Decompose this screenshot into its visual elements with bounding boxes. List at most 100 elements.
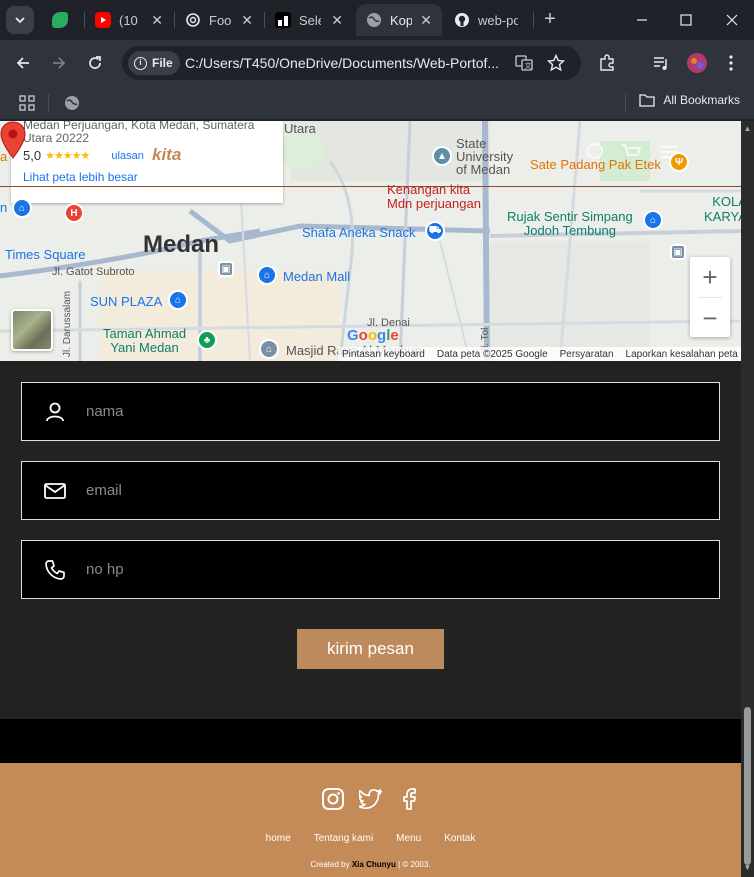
zoom-in-button[interactable]: +: [690, 257, 730, 297]
report-error-link[interactable]: Laporkan kesalahan peta: [626, 349, 738, 360]
map-label-gatot-subroto: Jl. Gatot Subroto: [52, 266, 135, 278]
footer-link-home[interactable]: home: [266, 833, 291, 844]
page-scrollbar[interactable]: ▲ ▼: [741, 121, 754, 877]
cart-icon[interactable]: ⛟: [425, 221, 445, 241]
map-label-shafa[interactable]: Shafa Aneka Snack: [302, 225, 415, 240]
site-logo[interactable]: kita: [152, 145, 181, 165]
tab-github[interactable]: web-po: [444, 4, 534, 36]
map-label-partial: a: [0, 149, 8, 164]
map-attribution: Pintasan keyboard Data peta ©2025 Google…: [338, 347, 741, 361]
close-tab-icon[interactable]: ✕: [241, 12, 253, 29]
view-larger-map-link[interactable]: Lihat peta lebih besar: [23, 170, 271, 184]
tab-openai[interactable]: Foo ✕: [175, 4, 263, 36]
park-icon[interactable]: ♣: [197, 330, 217, 350]
globe-bookmark-icon[interactable]: [64, 95, 80, 116]
email-input[interactable]: [86, 482, 646, 499]
profile-avatar[interactable]: [686, 52, 708, 74]
shopping-icon[interactable]: ⌂: [168, 290, 188, 310]
close-window-button[interactable]: [717, 8, 747, 32]
menu-kebab-icon[interactable]: [720, 52, 742, 74]
maximize-button[interactable]: [671, 8, 701, 32]
university-icon[interactable]: ▲: [432, 146, 452, 166]
close-tab-icon[interactable]: ✕: [331, 12, 343, 29]
tab-youtube[interactable]: (10 ✕: [85, 4, 173, 36]
phone-field[interactable]: [21, 540, 720, 599]
transit-icon[interactable]: ▣: [670, 244, 686, 260]
social-links: [0, 787, 741, 811]
shopping-icon[interactable]: ⌂: [257, 265, 277, 285]
reload-button[interactable]: [83, 51, 107, 75]
tab-extension[interactable]: [42, 4, 82, 36]
apps-grid-icon[interactable]: [19, 95, 35, 116]
keyboard-shortcuts-link[interactable]: Pintasan keyboard: [342, 349, 425, 360]
hospital-icon[interactable]: H: [64, 203, 84, 223]
google-map-embed[interactable]: Medan Perjuangan, Kota Medan, Sumatera U…: [0, 121, 741, 361]
instagram-icon[interactable]: [321, 787, 345, 811]
forward-button[interactable]: [47, 51, 71, 75]
globe-icon: [366, 12, 382, 28]
author-link[interactable]: Xia Chunyu: [352, 860, 396, 869]
svg-text:文: 文: [525, 61, 532, 70]
phone-input[interactable]: [86, 561, 646, 578]
satellite-toggle[interactable]: [11, 309, 53, 351]
restaurant-icon[interactable]: Ψ: [669, 152, 689, 172]
zoom-out-button[interactable]: −: [690, 298, 730, 338]
footer-link-menu[interactable]: Menu: [396, 833, 421, 844]
map-label-pin[interactable]: Kenangan kita Mdn perjuangan: [387, 183, 481, 211]
footer-link-about[interactable]: Tentang kami: [314, 833, 373, 844]
email-field[interactable]: [21, 461, 720, 520]
close-tab-icon[interactable]: ✕: [151, 12, 163, 29]
scroll-up-arrow-icon[interactable]: ▲: [743, 124, 752, 133]
tab-title: web-po: [478, 12, 518, 28]
tab-search-button[interactable]: [6, 6, 34, 34]
scroll-down-arrow-icon[interactable]: ▼: [743, 863, 752, 872]
close-tab-icon[interactable]: ✕: [420, 12, 432, 29]
place-rating: 5,0 ★★★★★ ulasan: [23, 148, 144, 163]
transit-icon[interactable]: ▣: [218, 261, 234, 277]
all-bookmarks-button[interactable]: All Bookmarks: [639, 93, 740, 107]
contact-form: kirim pesan: [0, 361, 741, 719]
extensions-icon[interactable]: [596, 52, 618, 74]
user-icon: [42, 399, 68, 425]
translate-icon[interactable]: 文: [514, 53, 534, 73]
bookmark-star-icon[interactable]: [546, 53, 566, 73]
map-label-medan-mall[interactable]: Medan Mall: [283, 269, 350, 284]
phone-icon: [42, 557, 68, 583]
bookmarks-bar: All Bookmarks: [0, 86, 754, 120]
reviews-link[interactable]: ulasan: [111, 150, 143, 162]
url-text[interactable]: C:/Users/T450/OneDrive/Documents/Web-Por…: [185, 55, 510, 71]
name-field[interactable]: [21, 382, 720, 441]
site-info-chip[interactable]: i File: [128, 51, 180, 75]
tab-title: Foo: [209, 12, 231, 28]
map-label-rujak[interactable]: Rujak Sentir Simpang Jodoh Tembung: [507, 210, 633, 238]
youtube-icon: [95, 12, 111, 28]
scrollbar-thumb[interactable]: [744, 707, 751, 865]
facebook-icon[interactable]: [397, 787, 421, 811]
chevron-down-icon: [15, 17, 25, 24]
name-input[interactable]: [86, 403, 646, 420]
shopping-icon[interactable]: ⌂: [12, 198, 32, 218]
media-control-icon[interactable]: [650, 52, 672, 74]
shopping-icon[interactable]: ⌂: [643, 210, 663, 230]
minimize-icon: [637, 19, 647, 21]
new-tab-button[interactable]: +: [538, 8, 562, 32]
rating-stars: ★★★★★: [45, 150, 90, 162]
google-logo: Google: [347, 327, 399, 344]
footer-nav: home Tentang kami Menu Kontak: [0, 833, 741, 844]
map-label-times-square[interactable]: Times Square: [5, 247, 85, 262]
mosque-icon[interactable]: ⌂: [259, 339, 279, 359]
tab-active-kopi[interactable]: Kop ✕: [356, 4, 442, 36]
twitter-icon[interactable]: [358, 787, 383, 811]
footer-link-contact[interactable]: Kontak: [444, 833, 475, 844]
terms-link[interactable]: Persyaratan: [560, 349, 614, 360]
map-label-taman[interactable]: Taman Ahmad Yani Medan: [103, 327, 186, 355]
map-label-partial: n: [0, 200, 8, 215]
map-label-sate[interactable]: Sate Padang Pak Etek: [530, 157, 661, 172]
map-label-sun-plaza[interactable]: SUN PLAZA: [90, 294, 162, 309]
arrow-left-icon: [16, 57, 29, 69]
back-button[interactable]: [11, 51, 35, 75]
minimize-button[interactable]: [627, 8, 657, 32]
submit-button[interactable]: kirim pesan: [297, 629, 444, 669]
address-bar[interactable]: i File C:/Users/T450/OneDrive/Documents/…: [122, 46, 581, 80]
tab-selenium[interactable]: Sele ✕: [265, 4, 353, 36]
